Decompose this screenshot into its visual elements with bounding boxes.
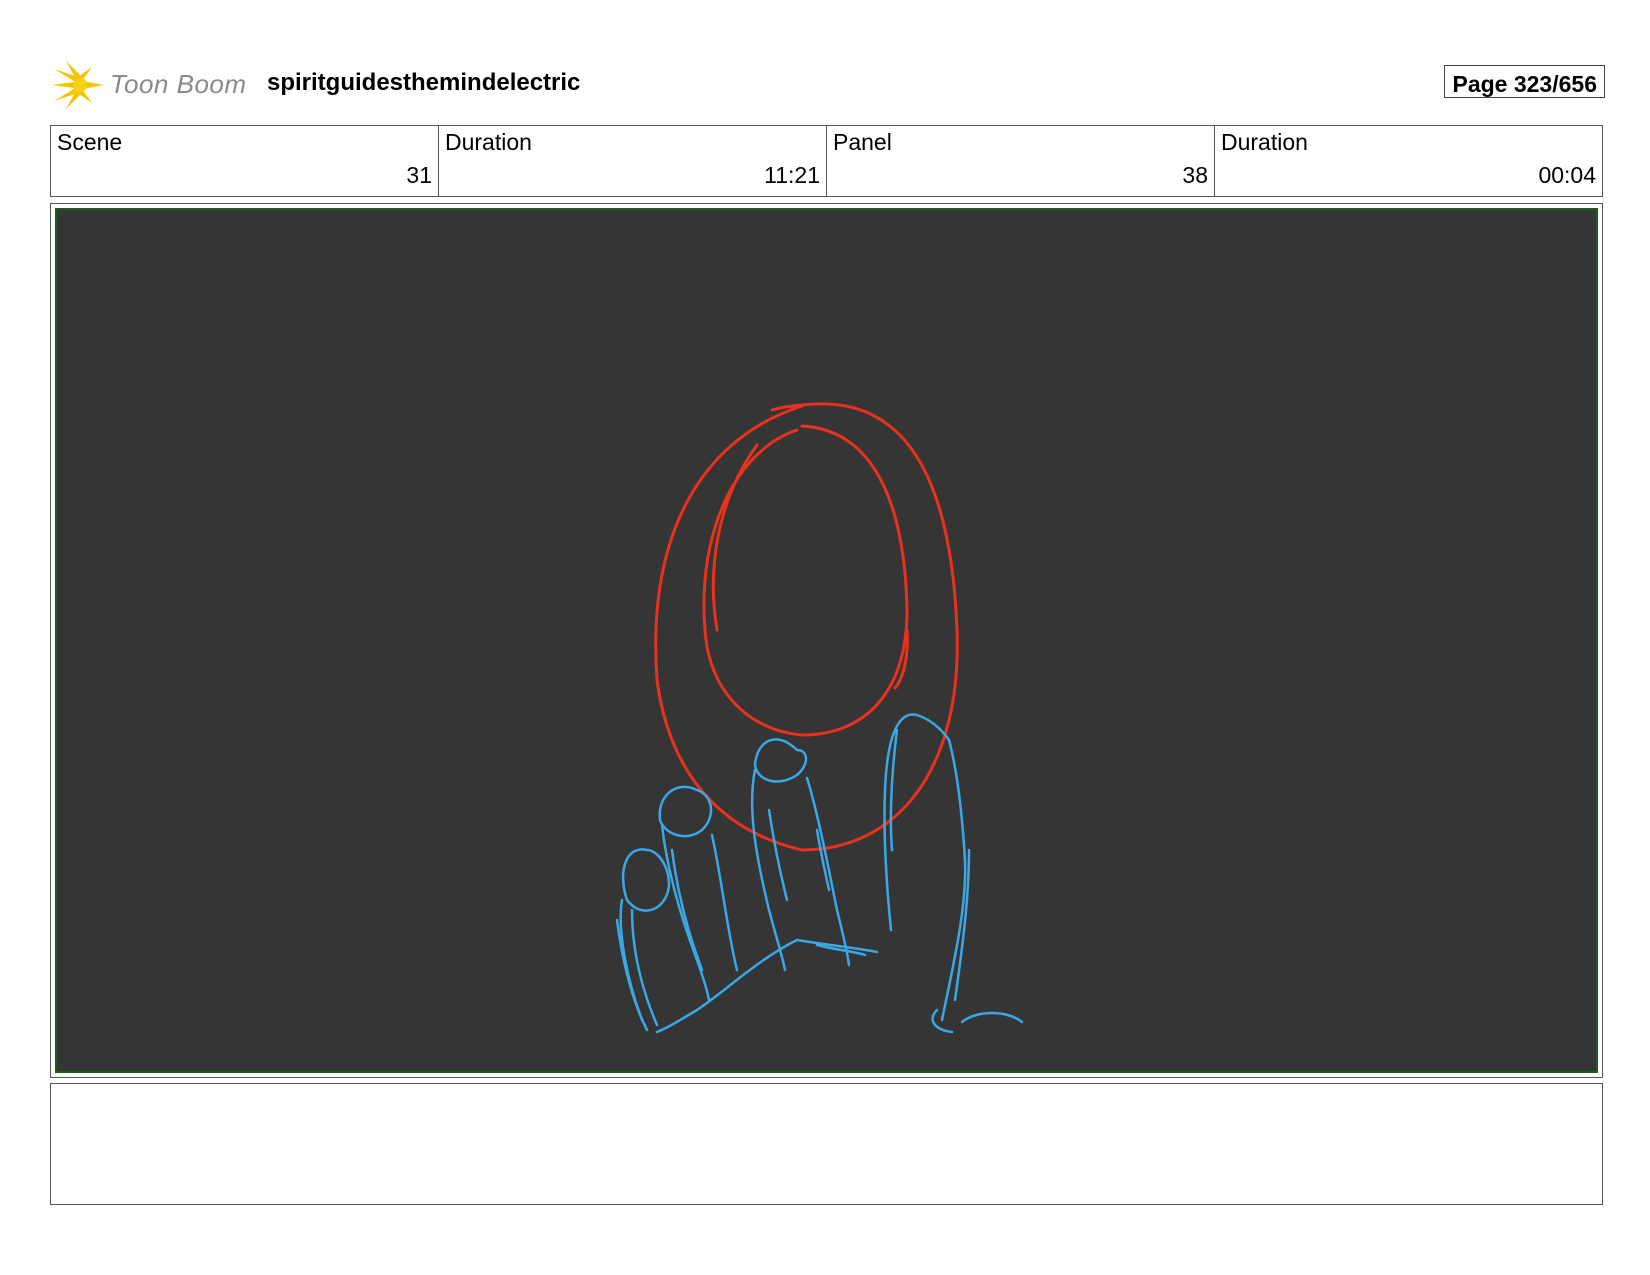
scene-info-table: Scene 31 Duration 11:21 Panel 38 Duratio… (50, 125, 1603, 197)
project-title: spiritguidesthemindelectric (267, 69, 581, 96)
panel-sketch (615, 402, 1024, 1034)
scene-duration-value: 11:21 (764, 162, 820, 188)
panel-drawing-canvas (55, 208, 1598, 1073)
blue-hand-sketch (615, 713, 1024, 1034)
toon-boom-logo: Toon Boom (52, 59, 252, 111)
red-ring-sketch (654, 402, 959, 852)
panel-label: Panel (833, 129, 892, 155)
panel-value: 38 (1182, 162, 1208, 188)
scene-label: Scene (57, 129, 123, 155)
panel-cell: Panel 38 (827, 126, 1215, 196)
scene-duration-label: Duration (445, 129, 532, 155)
starburst-icon (52, 61, 104, 109)
panel-notes-box (50, 1083, 1603, 1205)
panel-duration-value: 00:04 (1538, 162, 1596, 188)
scene-duration-cell: Duration 11:21 (439, 126, 827, 196)
page-number: Page 323/656 (1444, 65, 1605, 98)
page-header: Toon Boom spiritguidesthemindelectric Pa… (50, 55, 1605, 110)
logo-text: Toon Boom (110, 69, 247, 99)
scene-value: 31 (406, 162, 432, 188)
storyboard-panel-frame (50, 203, 1603, 1078)
panel-duration-cell: Duration 00:04 (1215, 126, 1602, 196)
panel-duration-label: Duration (1221, 129, 1308, 155)
scene-cell: Scene 31 (51, 126, 439, 196)
